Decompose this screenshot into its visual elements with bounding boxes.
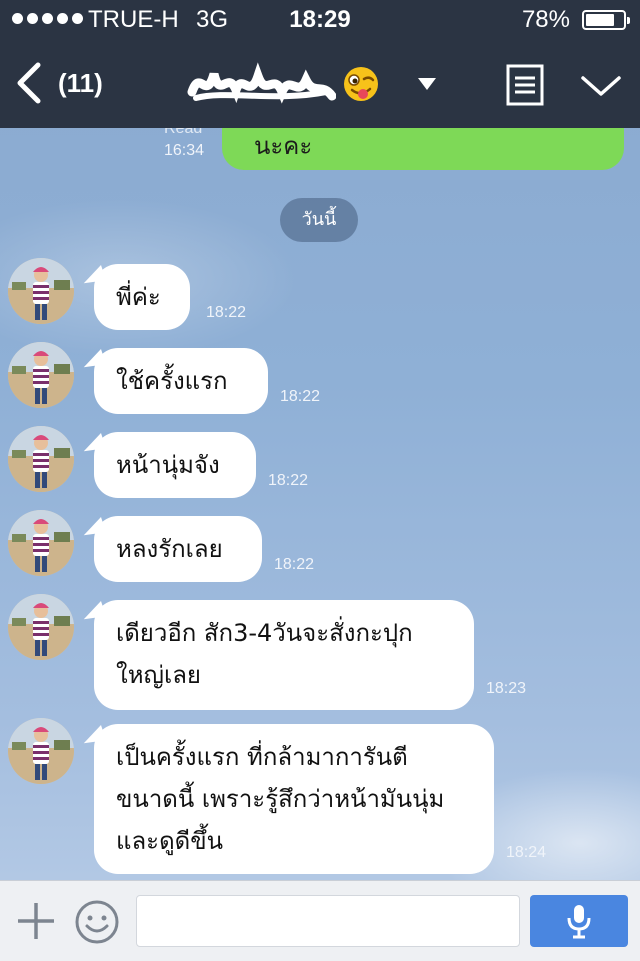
back-chevron-icon [17, 62, 41, 104]
message-time: 18:22 [268, 472, 309, 489]
message-bubble[interactable]: เดียวอีก สัก3-4วันจะสั่งกะปุกใหญ่เลย [94, 600, 474, 710]
message-line: เดียวอีก สัก3-4วันจะสั่งกะปุก [116, 619, 413, 647]
emoji-icon[interactable] [74, 899, 120, 945]
message-time: 18:23 [486, 680, 527, 697]
message-line: เป็นครั้งแรก ที่กล้ามาการันตี [116, 743, 408, 771]
voice-message-button[interactable] [530, 895, 628, 947]
status-bar: TRUE-H 3G 18:29 78% [0, 0, 640, 42]
avatar[interactable] [8, 510, 74, 576]
dropdown-triangle-icon[interactable] [416, 76, 438, 92]
message-bubble[interactable]: หลงรักเลย [94, 516, 262, 582]
user-photo [8, 258, 74, 324]
battery-icon [582, 10, 630, 30]
collapse-chevron-icon[interactable] [580, 74, 622, 98]
chat-area[interactable]: Read 16:34 นะคะ วันนี้ พี่ค่ะใช้ครั้งแรก… [0, 128, 640, 880]
unread-count: (11) [58, 67, 103, 98]
user-photo [8, 510, 74, 576]
sent-message-bubble[interactable]: นะคะ [222, 128, 624, 170]
plus-icon[interactable] [16, 901, 56, 941]
message-time: 18:22 [206, 304, 247, 321]
message-line: ใหญ่เลย [116, 661, 201, 689]
message-time: 18:24 [506, 844, 547, 861]
notes-menu-icon[interactable] [506, 64, 544, 106]
read-receipt: Read [164, 128, 203, 137]
message-bubble[interactable]: พี่ค่ะ [94, 264, 190, 330]
battery-percent: 78% [521, 6, 570, 33]
message-time: 16:34 [164, 142, 205, 159]
message-bubble[interactable]: เป็นครั้งแรก ที่กล้ามาการันตีขนาดนี้ เพร… [94, 724, 494, 874]
user-photo [8, 718, 74, 784]
message-line: และดูดีขึ้น [116, 827, 224, 855]
microphone-icon [567, 905, 591, 939]
user-photo [8, 342, 74, 408]
user-photo [8, 426, 74, 492]
message-bubble[interactable]: ใช้ครั้งแรก [94, 348, 268, 414]
date-divider: วันนี้ [280, 198, 358, 242]
message-line: ขนาดนี้ เพราะรู้สึกว่าหน้ามันนุ่ม [116, 785, 445, 813]
chat-title[interactable] [186, 62, 380, 106]
avatar[interactable] [8, 594, 74, 660]
avatar[interactable] [8, 426, 74, 492]
user-photo [8, 594, 74, 660]
message-input[interactable] [136, 895, 520, 947]
back-button[interactable]: (11) [14, 60, 124, 106]
avatar[interactable] [8, 718, 74, 784]
message-time: 18:22 [280, 388, 321, 405]
message-time: 18:22 [274, 556, 315, 573]
redacted-name-scribble [187, 62, 336, 104]
winking-tongue-emoji [344, 67, 378, 101]
message-bubble[interactable]: หน้านุ่มจัง [94, 432, 256, 498]
avatar[interactable] [8, 258, 74, 324]
avatar[interactable] [8, 342, 74, 408]
input-bar [0, 880, 640, 961]
top-bar: TRUE-H 3G 18:29 78% (11) [0, 0, 640, 128]
